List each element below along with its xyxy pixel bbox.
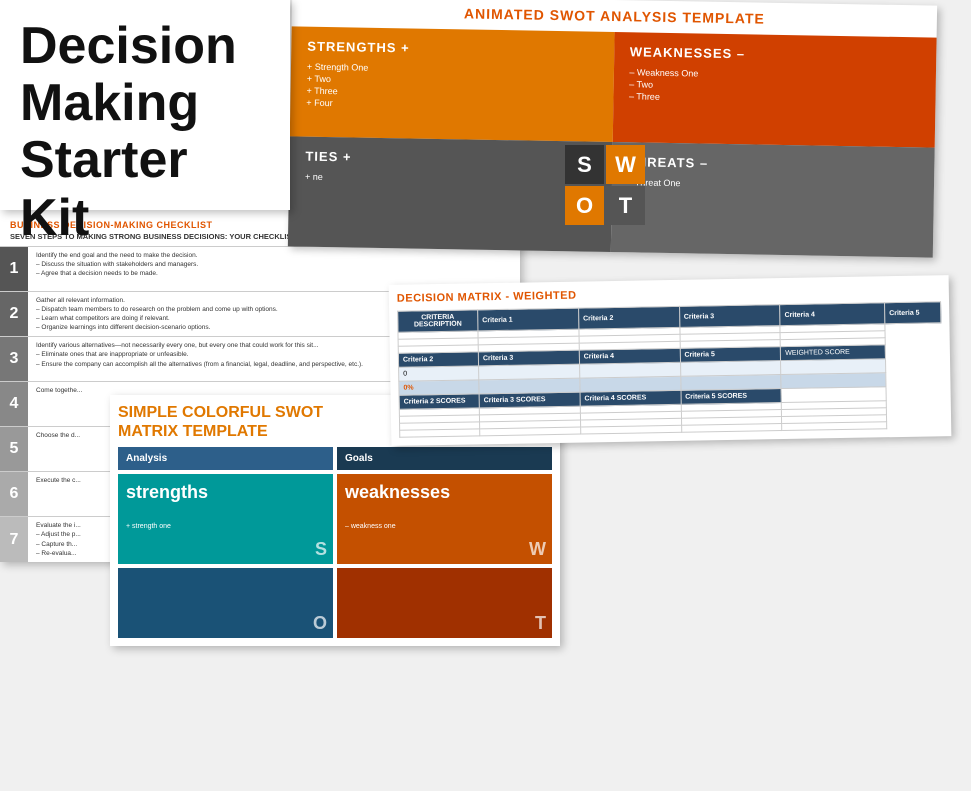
opportunity-item-1: + ne xyxy=(305,172,596,187)
percent-cell: 0% xyxy=(399,380,479,395)
swot-logo-t: T xyxy=(606,186,645,225)
threats-header: THREATS – xyxy=(628,154,919,174)
swot-weaknesses-cell: WEAKNESSES – – Weakness One – Two – Thre… xyxy=(612,32,936,148)
weaknesses-label: weaknesses xyxy=(345,482,544,503)
swot-threats-box: T xyxy=(337,568,552,638)
swot-strengths-box: strengths + strength one S xyxy=(118,474,333,564)
t-letter: T xyxy=(535,613,546,634)
criteria-1-header: Criteria 1 xyxy=(478,308,579,331)
swot-logo-w: W xyxy=(606,145,645,184)
checklist-num-7: 7 xyxy=(0,517,28,561)
criteria-3-header: Criteria 3 xyxy=(679,305,780,328)
score-label-2: Criteria 2 SCORES xyxy=(399,394,479,409)
weakness-one: – weakness one xyxy=(345,523,544,530)
s-letter: S xyxy=(315,539,327,560)
checklist-num-5: 5 xyxy=(0,427,28,471)
weaknesses-header: WEAKNESSES – xyxy=(630,44,921,64)
criteria-desc-cell: CRITERIA DESCRIPTION xyxy=(398,310,478,332)
swot-opportunities-box: O xyxy=(118,568,333,638)
main-container: ANIMATED SWOT ANALYSIS TEMPLATE STRENGTH… xyxy=(0,0,971,791)
checklist-num-2: 2 xyxy=(0,292,28,336)
strengths-label: strengths xyxy=(126,482,325,503)
checklist-num-1: 1 xyxy=(0,247,28,291)
opportunities-header: TIES + xyxy=(305,149,596,169)
strength-one: + strength one xyxy=(126,523,325,530)
criteria-5-header: Criteria 5 xyxy=(884,302,940,324)
matrix-table: CRITERIA DESCRIPTION Criteria 1 Criteria… xyxy=(397,301,943,437)
criteria-2-row: Criteria 2 xyxy=(398,352,478,367)
swot-weaknesses-box: weaknesses – weakness one W xyxy=(337,474,552,564)
swot-strengths-cell: STRENGTHS + + Strength One + Two + Three… xyxy=(290,26,614,142)
swot-goals-header: Goals xyxy=(337,447,552,470)
checklist-num-3: 3 xyxy=(0,337,28,381)
criteria-4-header: Criteria 4 xyxy=(780,303,885,326)
swot-logo-s: S xyxy=(565,145,604,184)
checklist-num-6: 6 xyxy=(0,472,28,516)
decision-matrix-panel: DECISION MATRIX - WEIGHTED CRITERIA DESC… xyxy=(389,275,952,446)
w-letter: W xyxy=(529,539,546,560)
title-panel: Decision Making Starter Kit xyxy=(0,0,290,210)
main-title: Decision Making Starter Kit xyxy=(20,18,270,247)
simple-swot-title: SIMPLE COLORFUL SWOT xyxy=(118,404,323,421)
checklist-num-4: 4 xyxy=(0,382,28,426)
score-0: 0 xyxy=(399,366,479,381)
swot-logo: S W O T xyxy=(565,145,645,225)
matrix-title: DECISION MATRIX - WEIGHTED xyxy=(397,283,941,304)
swot-threats-cell: THREATS – – Threat One xyxy=(610,142,934,258)
swot-opportunities-cell: TIES + + ne xyxy=(288,136,612,252)
threat-item-1: – Threat One xyxy=(627,177,918,192)
criteria-2-header: Criteria 2 xyxy=(578,306,679,329)
strengths-header: STRENGTHS + xyxy=(307,39,598,59)
simple-swot-title2: MATRIX TEMPLATE xyxy=(118,423,268,440)
o-letter: O xyxy=(313,613,327,634)
swot-logo-o: O xyxy=(565,186,604,225)
swot-analysis-header: Analysis xyxy=(118,447,333,470)
